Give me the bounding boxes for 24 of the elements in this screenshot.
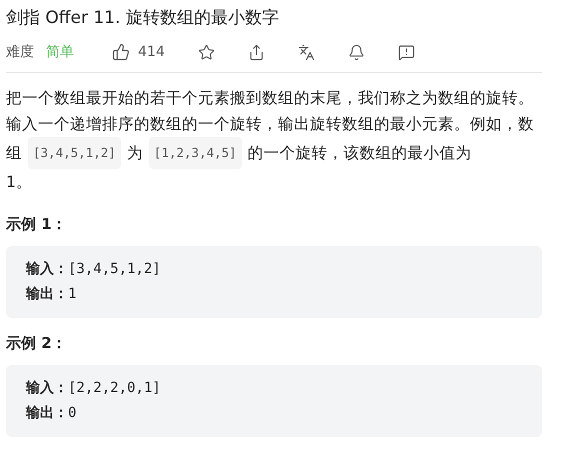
problem-title: 剑指 Offer 11. 旋转数组的最小数字 [6, 7, 280, 30]
inline-code: [3,4,5,1,2] [28, 137, 121, 169]
inline-code: [1,2,3,4,5] [148, 137, 242, 169]
description-text: 的一个旋转，该数组的最小值为 [248, 143, 472, 164]
feedback-button[interactable] [398, 44, 415, 60]
thumbs-up-icon [112, 43, 130, 61]
example-heading: 示例 2： [6, 334, 68, 353]
description-text: 输入一个递增排序的数组的一个旋转，输出旋转数组的最小元素。例如，数 [6, 114, 534, 135]
description-text: 把一个数组最开始的若干个元素搬到数组的末尾，我们称之为数组的旋转。 [6, 88, 534, 109]
bell-button[interactable] [348, 44, 365, 60]
example-line: 输出：1 [26, 286, 76, 302]
like-button[interactable]: 414 [112, 43, 165, 61]
share-button[interactable] [248, 44, 265, 60]
example-heading: 示例 1： [6, 215, 68, 234]
example-line: 输入：[2,2,2,0,1] [26, 380, 161, 396]
star-button[interactable] [198, 44, 215, 60]
difficulty-label: 难度 [6, 43, 34, 61]
translate-button[interactable] [298, 44, 315, 60]
description-text: 为 [126, 143, 143, 164]
difficulty-value: 简单 [46, 43, 74, 61]
description-text: 组 [6, 143, 22, 164]
example-line: 输出：0 [26, 405, 76, 421]
example-line: 输入：[3,4,5,1,2] [26, 261, 161, 277]
description-text: 1。 [6, 172, 32, 193]
